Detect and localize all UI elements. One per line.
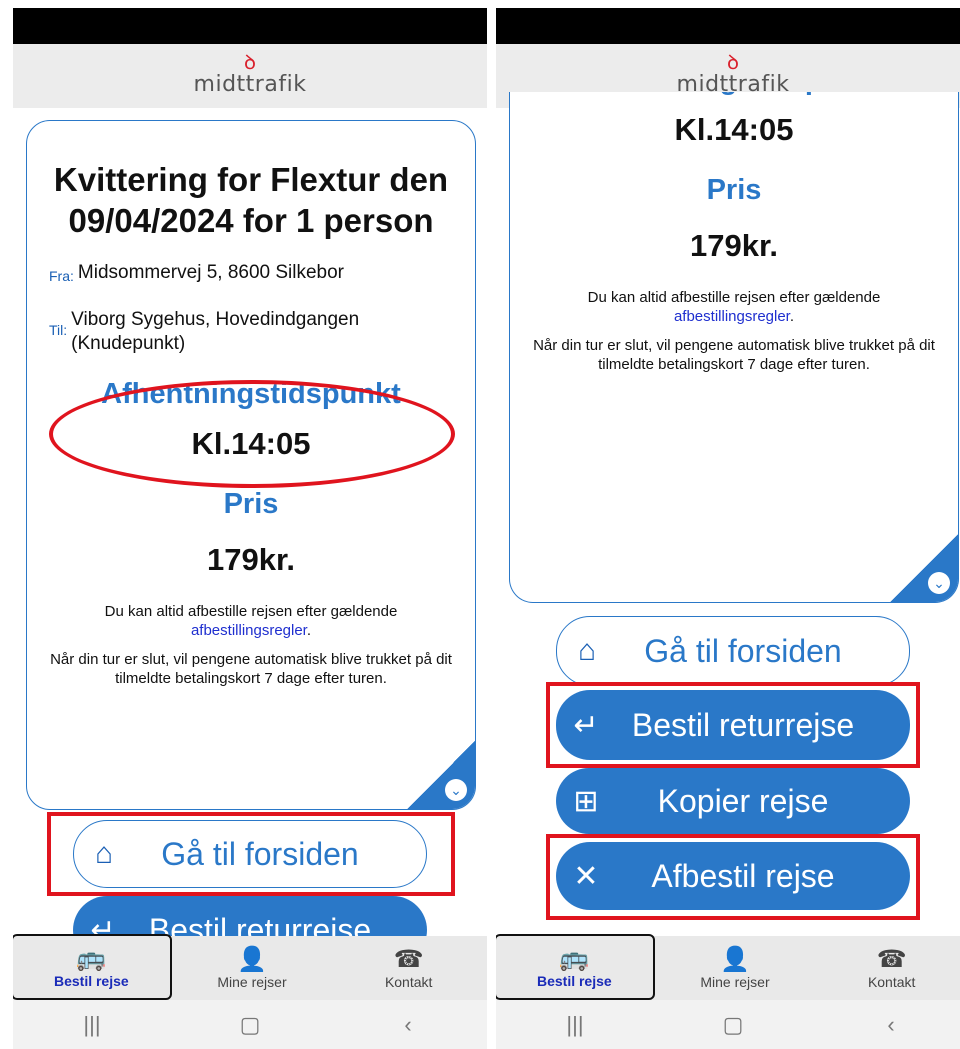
nav-mine-rejser[interactable]: 👤 Mine rejser xyxy=(657,936,814,1000)
back-icon[interactable]: ‹ xyxy=(812,1000,960,1049)
payment-note: Når din tur er slut, vil pengene automat… xyxy=(533,337,935,373)
nav-mine-label: Mine rejser xyxy=(217,974,287,990)
right-screenshot: ꝺ midttrafik Til: Viborg Sygehus, Hovedi… xyxy=(496,0,960,1049)
receipt-card: Til: Viborg Sygehus, Hovedindgangen (Knu… xyxy=(509,92,959,603)
nav-bestil-rejse[interactable]: 🚌 Bestil rejse xyxy=(496,934,655,1000)
logo-text: midttrafik xyxy=(193,72,307,97)
to-row: Til: Viborg Sygehus, Hovedindgangen (Knu… xyxy=(49,308,475,356)
phone-icon: ☎ xyxy=(876,946,907,973)
nav-kontakt[interactable]: ☎ Kontakt xyxy=(813,936,960,1000)
bus-icon: 🚌 xyxy=(76,945,107,972)
cancel-policy-note: Du kan altid afbestille rejsen efter gæl… xyxy=(49,602,453,640)
phone-icon: ☎ xyxy=(393,946,424,973)
card-corner xyxy=(406,740,475,809)
bottom-nav: 🚌 Bestil rejse 👤 Mine rejser ☎ Kontakt xyxy=(496,934,960,1000)
back-icon[interactable]: ‹ xyxy=(329,1000,487,1049)
highlight-ellipse xyxy=(49,380,455,488)
to-address: Viborg Sygehus, Hovedindgangen (Knudepun… xyxy=(71,309,360,354)
person-icon: 👤 xyxy=(720,946,750,973)
cancel-policy-period: . xyxy=(789,308,795,325)
copy-trip-label: Kopier rejse xyxy=(657,782,829,819)
recent-apps-icon[interactable]: ||| xyxy=(13,1000,171,1049)
status-bar xyxy=(13,8,487,44)
system-nav: ||| ▢ ‹ xyxy=(13,1000,487,1049)
cancel-policy-text: Du kan altid afbestille rejsen efter gæl… xyxy=(104,603,398,620)
from-address: Midsommervej 5, 8600 Silkebor xyxy=(77,262,345,283)
person-icon: 👤 xyxy=(237,946,267,973)
highlight-box-return xyxy=(546,682,920,768)
nav-mine-rejser[interactable]: 👤 Mine rejser xyxy=(174,936,331,1000)
chevron-down-icon[interactable]: ⌄ xyxy=(445,779,467,801)
highlight-box-cancel xyxy=(546,834,920,920)
app-header: ꝺ midttrafik xyxy=(13,44,487,108)
chevron-down-icon[interactable]: ⌄ xyxy=(928,572,950,594)
home-button[interactable]: ⌂ Gå til forsiden xyxy=(556,616,910,686)
nav-kontakt-label: Kontakt xyxy=(384,974,433,990)
midttrafik-logo-icon: ꝺ xyxy=(727,52,739,74)
add-box-icon: ⊞ xyxy=(573,784,599,818)
bottom-nav: 🚌 Bestil rejse 👤 Mine rejser ☎ Kontakt xyxy=(13,934,487,1000)
card-corner xyxy=(889,533,958,602)
price-value: 179kr. xyxy=(207,542,295,577)
recent-apps-icon[interactable]: ||| xyxy=(496,1000,654,1049)
nav-mine-label: Mine rejser xyxy=(700,974,770,990)
price-heading: Pris xyxy=(223,488,279,520)
highlight-box xyxy=(47,812,455,896)
pickup-time: Kl.14:05 xyxy=(674,112,794,147)
nav-bestil-label: Bestil rejse xyxy=(53,973,129,989)
price-value: 179kr. xyxy=(690,228,778,263)
to-label: Til: xyxy=(49,322,68,338)
nav-bestil-rejse[interactable]: 🚌 Bestil rejse xyxy=(13,934,172,1000)
left-screenshot: ꝺ midttrafik Kvittering for Flextur den … xyxy=(13,0,487,1049)
nav-bestil-label: Bestil rejse xyxy=(536,973,612,989)
home-system-icon[interactable]: ▢ xyxy=(654,1000,812,1049)
from-row: Fra: Midsommervej 5, 8600 Silkebor xyxy=(49,261,475,288)
system-nav: ||| ▢ ‹ xyxy=(496,1000,960,1049)
from-label: Fra: xyxy=(49,268,74,284)
status-bar xyxy=(496,8,960,44)
nav-kontakt[interactable]: ☎ Kontakt xyxy=(330,936,487,1000)
receipt-content: Til: Viborg Sygehus, Hovedindgangen (Knu… xyxy=(510,92,958,374)
payment-note: Når din tur er slut, vil pengene automat… xyxy=(50,651,452,687)
cancel-policy-note: Du kan altid afbestille rejsen efter gæl… xyxy=(532,288,936,326)
cancel-policy-link[interactable]: afbestillingsregler xyxy=(674,308,790,325)
copy-trip-button[interactable]: ⊞ Kopier rejse xyxy=(556,768,910,834)
nav-kontakt-label: Kontakt xyxy=(867,974,916,990)
midttrafik-logo-icon: ꝺ xyxy=(244,52,256,74)
home-button-label: Gå til forsiden xyxy=(644,632,842,669)
cancel-policy-link[interactable]: afbestillingsregler xyxy=(191,622,307,639)
cancel-policy-period: . xyxy=(306,622,312,639)
home-icon: ⌂ xyxy=(577,634,597,667)
receipt-title: Kvittering for Flextur den 09/04/2024 fo… xyxy=(53,161,449,239)
price-heading: Pris xyxy=(706,174,762,206)
cancel-policy-text: Du kan altid afbestille rejsen efter gæl… xyxy=(587,289,881,306)
home-system-icon[interactable]: ▢ xyxy=(171,1000,329,1049)
bus-icon: 🚌 xyxy=(559,945,590,972)
pickup-heading: Afhentningstidspunkt xyxy=(510,92,958,98)
